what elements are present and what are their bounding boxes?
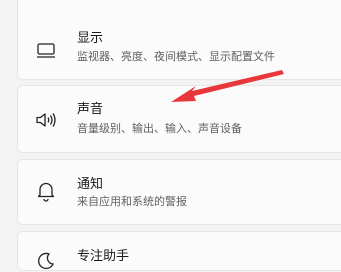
- bell-icon: [35, 180, 57, 202]
- settings-item-notifications[interactable]: 通知 来自应用和系统的警报: [17, 159, 341, 225]
- settings-item-subtitle: 监视器、亮度、夜间模式、显示配置文件: [77, 50, 275, 63]
- focus-assist-icon: [35, 250, 57, 272]
- settings-item-title: 显示: [77, 31, 104, 46]
- settings-item-display[interactable]: 显示 监视器、亮度、夜间模式、显示配置文件: [17, 0, 341, 80]
- settings-item-focus-assist[interactable]: 专注助手: [17, 231, 341, 271]
- settings-item-sound[interactable]: 声音 音量级别、输出、输入、声音设备: [17, 85, 341, 153]
- settings-item-title: 声音: [77, 102, 104, 117]
- settings-item-title: 通知: [77, 177, 104, 192]
- settings-item-subtitle: 音量级别、输出、输入、声音设备: [77, 122, 242, 135]
- speaker-icon: [35, 109, 57, 131]
- settings-item-title: 专注助手: [77, 249, 130, 264]
- monitor-icon: [35, 39, 57, 61]
- settings-item-subtitle: 来自应用和系统的警报: [77, 195, 187, 208]
